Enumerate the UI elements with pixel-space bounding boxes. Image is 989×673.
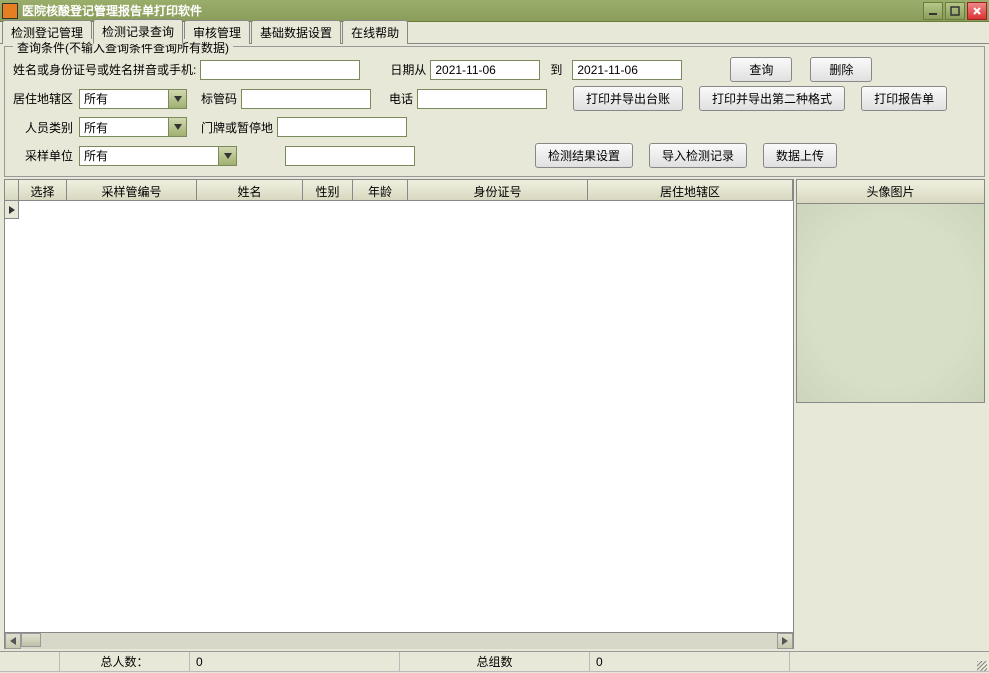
th-tube-no[interactable]: 采样管编号	[67, 180, 197, 200]
delete-button[interactable]: 删除	[810, 57, 872, 82]
barcode-input[interactable]	[241, 89, 371, 109]
data-table: 选择 采样管编号 姓名 性别 年龄 身份证号 居住地辖区	[4, 179, 794, 649]
minimize-button[interactable]	[923, 2, 943, 20]
tab-base-data[interactable]: 基础数据设置	[251, 20, 341, 44]
photo-panel: 头像图片	[796, 179, 985, 649]
photo-box	[796, 203, 985, 403]
scroll-left-icon[interactable]	[5, 633, 21, 649]
th-gender[interactable]: 性别	[303, 180, 353, 200]
app-icon	[2, 3, 18, 19]
person-type-label: 人员类别	[13, 119, 75, 136]
person-type-dropdown-icon[interactable]	[169, 117, 187, 137]
maximize-button[interactable]	[945, 2, 965, 20]
date-from-label: 日期从	[390, 61, 426, 78]
window-title: 医院核酸登记管理报告单打印软件	[22, 2, 202, 19]
scroll-right-icon[interactable]	[777, 633, 793, 649]
address-input[interactable]	[277, 117, 407, 137]
horizontal-scrollbar[interactable]	[5, 632, 793, 648]
query-button[interactable]: 查询	[730, 57, 792, 82]
sampling-unit-input[interactable]	[79, 146, 219, 166]
sampling-unit-dropdown-icon[interactable]	[219, 146, 237, 166]
date-to-label: 到	[550, 61, 562, 78]
resize-grip[interactable]	[973, 657, 989, 673]
tabbar: 检测登记管理 检测记录查询 审核管理 基础数据设置 在线帮助	[0, 22, 989, 44]
th-age[interactable]: 年龄	[353, 180, 408, 200]
row-indicator-icon	[5, 201, 19, 219]
district-input[interactable]	[79, 89, 169, 109]
status-total-groups-value: 0	[590, 652, 790, 672]
th-select[interactable]: 选择	[19, 180, 67, 200]
status-blank2	[790, 652, 989, 672]
th-name[interactable]: 姓名	[197, 180, 303, 200]
table-header: 选择 采样管编号 姓名 性别 年龄 身份证号 居住地辖区	[5, 180, 793, 201]
sampling-unit-combo[interactable]	[79, 146, 237, 166]
status-total-people-value: 0	[190, 652, 400, 672]
result-setting-button[interactable]: 检测结果设置	[535, 143, 633, 168]
print-report-button[interactable]: 打印报告单	[861, 86, 947, 111]
scroll-track[interactable]	[21, 633, 777, 649]
phone-label: 电话	[389, 90, 413, 107]
print-ledger-button[interactable]: 打印并导出台账	[573, 86, 683, 111]
date-from-input[interactable]	[430, 60, 540, 80]
filter-groupbox: 查询条件(不输入查询条件查询所有数据) 姓名或身份证号或姓名拼音或手机: 日期从…	[4, 46, 985, 177]
address-label: 门牌或暂停地	[201, 119, 273, 136]
status-total-people-label: 总人数：	[60, 652, 190, 672]
status-total-groups-label: 总组数	[400, 652, 590, 672]
name-input[interactable]	[200, 60, 360, 80]
district-label: 居住地辖区	[13, 90, 75, 107]
extra-input[interactable]	[285, 146, 415, 166]
th-district[interactable]: 居住地辖区	[588, 180, 793, 200]
photo-panel-header: 头像图片	[796, 179, 985, 203]
import-record-button[interactable]: 导入检测记录	[649, 143, 747, 168]
phone-input[interactable]	[417, 89, 547, 109]
district-dropdown-icon[interactable]	[169, 89, 187, 109]
print-format2-button[interactable]: 打印并导出第二种格式	[699, 86, 845, 111]
district-combo[interactable]	[79, 89, 187, 109]
person-type-combo[interactable]	[79, 117, 187, 137]
statusbar: 总人数： 0 总组数 0	[0, 651, 989, 672]
scroll-thumb[interactable]	[21, 633, 41, 647]
person-type-input[interactable]	[79, 117, 169, 137]
upload-data-button[interactable]: 数据上传	[763, 143, 837, 168]
barcode-label: 标管码	[201, 90, 237, 107]
th-id-number[interactable]: 身份证号	[408, 180, 588, 200]
tab-help[interactable]: 在线帮助	[342, 20, 408, 44]
close-button[interactable]	[967, 2, 987, 20]
th-indicator	[5, 180, 19, 200]
date-to-input[interactable]	[572, 60, 682, 80]
status-blank1	[0, 652, 60, 672]
name-label: 姓名或身份证号或姓名拼音或手机:	[13, 61, 196, 78]
tab-records-query[interactable]: 检测记录查询	[93, 19, 183, 44]
sampling-unit-label: 采样单位	[13, 147, 75, 164]
table-body[interactable]	[5, 201, 793, 632]
